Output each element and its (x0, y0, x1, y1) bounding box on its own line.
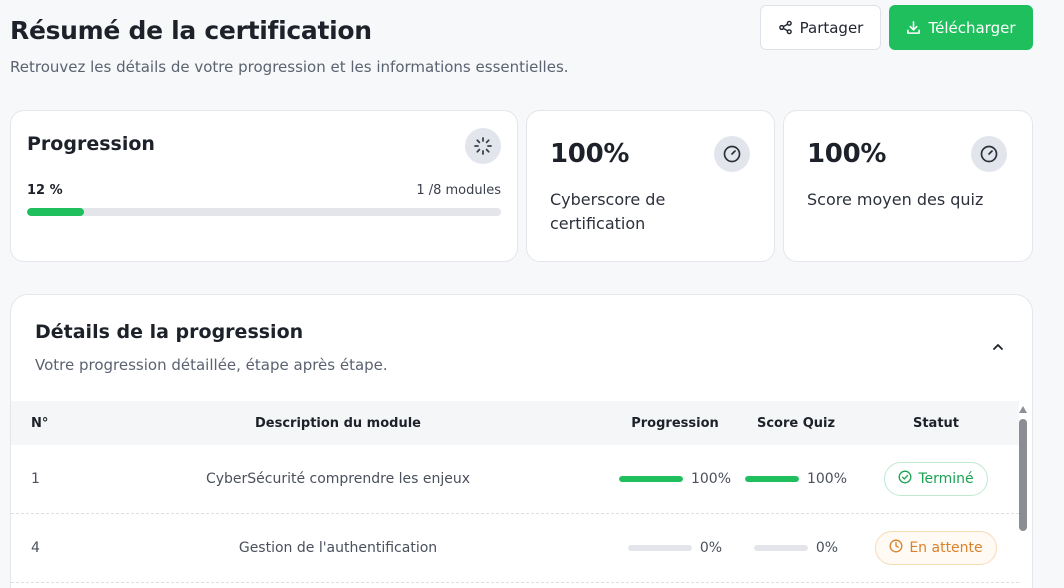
row-progress-fill (618, 476, 683, 482)
progress-details-panel: Détails de la progression Votre progress… (10, 294, 1033, 588)
row-description: Gestion de l'authentification (238, 540, 438, 556)
column-header-num: N° (31, 415, 49, 431)
status-badge-label: Terminé (918, 471, 974, 487)
row-number: 1 (31, 471, 40, 487)
status-badge: Terminé (884, 462, 988, 496)
row-progression: 100% (618, 445, 731, 513)
check-circle-icon (898, 470, 912, 488)
row-quiz-value: 0% (815, 540, 839, 556)
table-row[interactable]: 4 Gestion de l'authentification 0% 0% En… (11, 514, 1019, 583)
progress-card: Progression 12 % 1 /8 modules (10, 110, 518, 262)
row-progression: 0% (623, 514, 727, 582)
row-quiz-bar (744, 476, 799, 482)
gauge-icon (971, 136, 1007, 172)
progress-bar-fill (27, 208, 84, 216)
row-status: Terminé (871, 445, 1001, 513)
scrollbar[interactable] (1016, 404, 1030, 588)
loader-icon (465, 128, 501, 164)
column-header-status: Statut (912, 415, 960, 431)
details-title: Détails de la progression (35, 321, 304, 343)
cyberscore-label: Cyberscore de certification (550, 190, 666, 233)
gauge-icon (714, 136, 750, 172)
download-button-label: Télécharger (928, 18, 1016, 37)
quiz-score-card: 100% Score moyen des quiz (783, 110, 1033, 262)
share-button[interactable]: Partager (760, 5, 881, 50)
row-quiz-score: 0% (751, 514, 841, 582)
cyberscore-card: 100% Cyberscore de certification (526, 110, 775, 262)
cyberscore-value: 100% (550, 139, 630, 169)
row-quiz-score: 100% (744, 445, 847, 513)
download-icon (906, 20, 921, 35)
row-status: En attente (871, 514, 1001, 582)
row-quiz-fill (744, 476, 799, 482)
row-description: CyberSécurité comprendre les enjeux (205, 471, 471, 487)
scroll-up-arrow-icon[interactable] (1019, 406, 1027, 413)
quiz-score-label: Score moyen des quiz (807, 190, 984, 209)
row-number: 4 (31, 540, 40, 556)
page-subtitle: Retrouvez les détails de votre progressi… (10, 58, 569, 76)
page-title: Résumé de la certification (10, 16, 372, 45)
table-row[interactable]: 1 CyberSécurité comprendre les enjeux 10… (11, 445, 1019, 514)
quiz-score-value: 100% (807, 139, 887, 169)
collapse-button[interactable] (987, 337, 1009, 359)
status-badge: En attente (875, 531, 997, 565)
share-button-label: Partager (799, 18, 864, 37)
column-header-quiz: Score Quiz (756, 415, 836, 431)
column-header-description: Description du module (254, 415, 421, 431)
chevron-up-icon (991, 339, 1005, 358)
status-badge-label: En attente (909, 540, 983, 556)
clock-icon (889, 539, 903, 557)
row-progress-bar (618, 476, 683, 482)
scrollbar-thumb[interactable] (1019, 419, 1027, 531)
row-progress-value: 0% (699, 540, 723, 556)
row-progress-value: 100% (690, 471, 732, 487)
row-quiz-bar (753, 545, 808, 551)
progress-card-title: Progression (27, 133, 155, 155)
table-header: N° Description du module Progression Sco… (11, 401, 1019, 445)
progress-percent: 12 % (27, 183, 63, 198)
column-header-progression: Progression (631, 415, 719, 431)
details-subtitle: Votre progression détaillée, étape après… (35, 356, 388, 374)
row-quiz-value: 100% (806, 471, 848, 487)
progress-bar (27, 208, 501, 216)
download-button[interactable]: Télécharger (889, 5, 1033, 50)
share-icon (778, 20, 793, 35)
row-progress-bar (627, 545, 692, 551)
modules-count: 1 /8 modules (416, 183, 501, 198)
